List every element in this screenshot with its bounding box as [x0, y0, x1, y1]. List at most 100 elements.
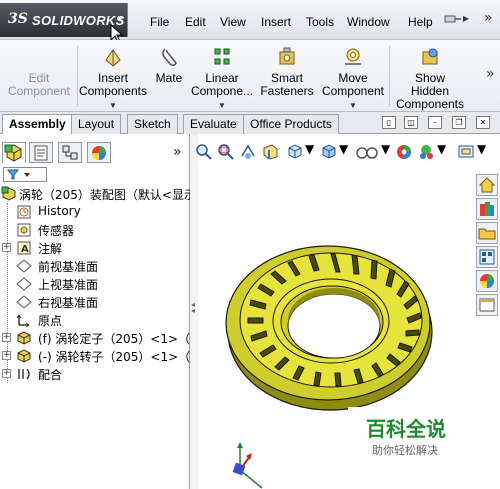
configuration-manager-tab[interactable]: [58, 142, 82, 163]
tree-item-label: (f) 涡轮定子（205）<1>（默: [38, 332, 203, 346]
expand-icon[interactable]: +: [2, 369, 11, 378]
tab-evaluate[interactable]: Evaluate: [183, 114, 244, 134]
edit-component-button[interactable]: Edit Component: [4, 46, 74, 98]
apply-scene-icon[interactable]: [416, 142, 436, 162]
dropdown-arrow-icon[interactable]: ▼: [381, 142, 390, 156]
display-style-icon[interactable]: [318, 142, 338, 162]
tree-item-label: 原点: [38, 314, 63, 328]
smart-fasteners-button[interactable]: Smart Fasteners: [256, 46, 318, 98]
tab-assembly[interactable]: Assembly: [2, 114, 73, 135]
smart-fasteners-label: Smart Fasteners: [260, 71, 314, 98]
show-hidden-icon: [419, 46, 441, 68]
watermark-title: 百科全说: [366, 417, 446, 441]
insert-components-icon: [102, 46, 124, 68]
zoom-to-fit-icon[interactable]: [194, 142, 214, 162]
plane-icon: [16, 259, 32, 273]
view-settings-icon[interactable]: [456, 142, 476, 162]
chevron-double-right-icon[interactable]: »: [486, 66, 495, 82]
close-icon[interactable]: ✕: [476, 116, 490, 129]
section-view-icon[interactable]: [260, 142, 280, 162]
dropdown-arrow-icon[interactable]: ▼: [437, 142, 446, 156]
menu-view[interactable]: View: [220, 15, 246, 29]
design-library-icon[interactable]: [476, 198, 498, 220]
mate-label: Mate: [155, 71, 183, 85]
chevron-double-right-icon[interactable]: »: [484, 10, 493, 26]
move-component-button[interactable]: Move Component ▼: [318, 46, 388, 112]
part-icon: [17, 331, 31, 345]
minimize-icon[interactable]: –: [428, 116, 442, 129]
feature-manager-tab[interactable]: [2, 142, 26, 163]
grip-icon: ◂ ◂: [191, 300, 196, 315]
property-manager-tab[interactable]: [29, 142, 53, 163]
file-explorer-icon[interactable]: [476, 222, 498, 244]
mates-icon: [18, 368, 30, 380]
sensor-icon: [17, 223, 31, 237]
home-icon[interactable]: [476, 174, 498, 196]
hide-show-items-icon[interactable]: [354, 142, 382, 162]
tree-filter[interactable]: [3, 167, 47, 182]
expand-icon[interactable]: +: [2, 333, 11, 342]
assembly-icon: [1, 186, 16, 201]
tree-item-label: 传感器: [38, 224, 75, 238]
view-orientation-icon[interactable]: [284, 142, 304, 162]
filter-icon: [6, 169, 30, 180]
ds-logo-icon: 3S: [8, 11, 28, 27]
menu-file[interactable]: File: [150, 15, 169, 29]
panel-splitter[interactable]: ◂ ◂: [190, 134, 198, 489]
linear-pattern-icon: [211, 46, 233, 68]
linear-pattern-button[interactable]: Linear Compone... ▼: [190, 46, 254, 112]
dropdown-arrow-icon[interactable]: ▼: [318, 99, 388, 112]
annotation-icon: A: [17, 241, 31, 255]
view-palette-icon[interactable]: [476, 246, 498, 268]
appearance-tab[interactable]: [87, 142, 111, 163]
expand-icon[interactable]: +: [2, 243, 11, 252]
split-view-icon[interactable]: ▯: [382, 116, 396, 129]
appearances-icon[interactable]: [476, 270, 498, 292]
tree-item-label: 注解: [38, 242, 63, 256]
insert-components-button[interactable]: Insert Components ▼: [78, 46, 148, 112]
show-hidden-components-button[interactable]: Show Hidden Components: [392, 46, 468, 111]
edit-appearance-icon[interactable]: [394, 142, 414, 162]
origin-icon: [16, 314, 30, 328]
chevron-right-icon: ▸: [118, 13, 124, 24]
dropdown-arrow-icon[interactable]: ▼: [339, 142, 348, 156]
expand-icon[interactable]: +: [2, 351, 11, 360]
plane-icon: [16, 295, 32, 309]
tree-item-label: 配合: [38, 368, 63, 382]
custom-properties-icon[interactable]: [476, 294, 498, 316]
watermark: 百科全说 助你轻松解决: [348, 407, 466, 462]
chevron-double-right-icon[interactable]: »: [173, 144, 182, 160]
menu-help[interactable]: Help: [408, 15, 433, 29]
tab-office-products[interactable]: Office Products: [243, 114, 339, 134]
pin-icon[interactable]: [444, 12, 462, 26]
color-wheel-icon: [92, 146, 106, 160]
edit-component-label: Edit Component: [7, 71, 71, 98]
tree-item-label: History: [38, 204, 81, 218]
arrow-right-icon[interactable]: ▸: [463, 11, 469, 25]
show-hidden-label: Show Hidden Components: [395, 71, 465, 111]
zoom-to-area-icon[interactable]: [216, 142, 236, 162]
mate-button[interactable]: Mate: [150, 46, 188, 85]
solidworks-logo[interactable]: 3S SOLIDWORKS ▸: [0, 3, 128, 37]
tab-layout[interactable]: Layout: [71, 114, 122, 134]
reference-triad-icon: [232, 442, 263, 489]
menu-window[interactable]: Window: [347, 15, 390, 29]
task-pane-tabs: [476, 174, 500, 316]
dropdown-arrow-icon[interactable]: ▼: [190, 99, 254, 112]
turbine-assembly-model[interactable]: [200, 220, 470, 435]
insert-components-label: Insert Components: [78, 71, 148, 98]
dropdown-arrow-icon[interactable]: ▼: [477, 142, 486, 156]
menu-edit[interactable]: Edit: [185, 15, 206, 29]
dropdown-arrow-icon[interactable]: ▼: [305, 142, 314, 156]
dropdown-arrow-icon[interactable]: ▼: [78, 99, 148, 112]
restore-icon[interactable]: ❐: [452, 116, 466, 129]
edit-component-icon: [28, 46, 50, 68]
tile-view-icon[interactable]: ◫: [404, 116, 418, 129]
tab-sketch[interactable]: Sketch: [127, 114, 178, 134]
menu-insert[interactable]: Insert: [261, 15, 291, 29]
tree-root-label: 涡轮（205）装配图（默认<显示: [19, 188, 196, 202]
menu-tools[interactable]: Tools: [306, 15, 334, 29]
tree-item-label: 上视基准面: [38, 278, 99, 292]
plane-icon: [16, 277, 32, 291]
previous-view-icon[interactable]: [238, 142, 258, 162]
